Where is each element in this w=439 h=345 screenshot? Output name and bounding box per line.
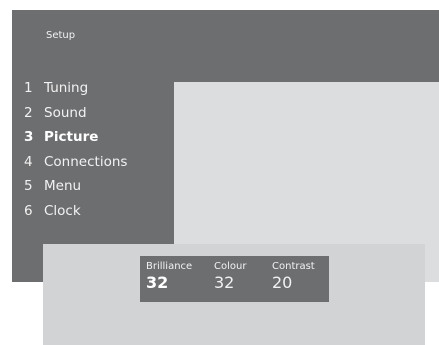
menu-item-connections[interactable]: 4 Connections: [24, 153, 127, 178]
brilliance-label: Brilliance: [146, 261, 193, 272]
menu-item-label: Clock: [44, 202, 81, 219]
menu-item-clock[interactable]: 6 Clock: [24, 202, 127, 227]
brilliance-setting[interactable]: Brilliance 32: [146, 261, 192, 293]
menu-item-number: 1: [24, 80, 33, 96]
colour-value: 32: [214, 273, 235, 292]
menu-item-picture[interactable]: 3 Picture: [24, 128, 127, 153]
menu-item-label: Connections: [44, 153, 128, 170]
page-title: Setup: [46, 30, 76, 41]
menu-item-tuning[interactable]: 1 Tuning: [24, 79, 127, 104]
menu-item-number: 2: [24, 104, 33, 121]
brilliance-value: 32: [146, 273, 169, 292]
contrast-setting[interactable]: Contrast 20: [272, 261, 315, 293]
menu-item-number: 6: [24, 202, 33, 219]
menu-item-number: 3: [24, 129, 34, 145]
colour-label: Colour: [214, 261, 247, 272]
picture-settings-box: Brilliance 32 Colour 32 Contrast 20: [140, 256, 329, 302]
setup-menu: 1 Tuning 2 Sound 3 Picture 4 Connections 5 Me…: [24, 79, 127, 226]
menu-item-number: 4: [24, 153, 33, 170]
menu-item-number: 5: [24, 178, 33, 194]
menu-item-label: Tuning: [44, 80, 89, 96]
menu-item-label: Menu: [44, 178, 82, 194]
contrast-label: Contrast: [272, 261, 315, 272]
contrast-value: 20: [272, 273, 293, 292]
menu-item-label: Picture: [44, 129, 99, 145]
menu-item-menu[interactable]: 5 Menu: [24, 177, 127, 202]
menu-item-label: Sound: [44, 104, 87, 121]
menu-item-sound[interactable]: 2 Sound: [24, 104, 127, 129]
colour-setting[interactable]: Colour 32: [214, 261, 246, 293]
